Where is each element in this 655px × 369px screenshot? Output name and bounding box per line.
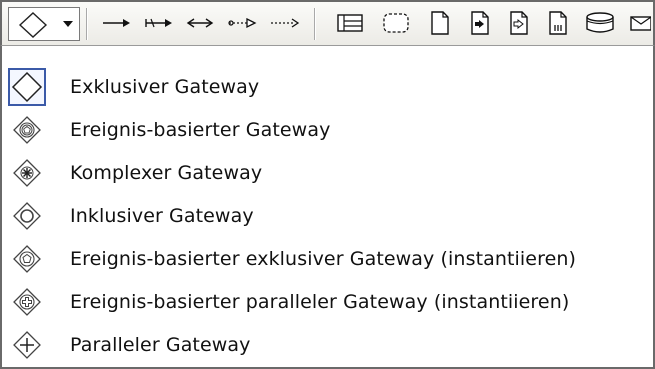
menu-item-label: Ereignis-basierter exklusiver Gateway (i… bbox=[70, 248, 577, 270]
lane-icon[interactable] bbox=[334, 6, 366, 40]
data-store-icon[interactable] bbox=[582, 6, 618, 40]
toolbar-separator bbox=[314, 8, 316, 40]
data-output-icon[interactable] bbox=[505, 6, 533, 40]
menu-item-label: Exklusiver Gateway bbox=[70, 76, 260, 98]
association-icon[interactable] bbox=[267, 6, 303, 40]
inclusive-gateway-icon bbox=[8, 197, 46, 235]
event-based-gateway-icon bbox=[8, 111, 46, 149]
exclusive-gateway-icon bbox=[8, 68, 46, 106]
menu-item-event-based-exclusive-instantiate-gateway[interactable]: Ereignis-basierter exklusiver Gateway (i… bbox=[8, 238, 653, 280]
menu-item-label: Komplexer Gateway bbox=[70, 162, 263, 184]
message-flow-icon[interactable] bbox=[141, 6, 175, 40]
sequence-flow-icon[interactable] bbox=[99, 6, 133, 40]
data-input-icon[interactable] bbox=[466, 6, 494, 40]
association-both-icon[interactable] bbox=[183, 6, 217, 40]
gateway-combo[interactable] bbox=[8, 7, 80, 41]
message-icon[interactable] bbox=[626, 6, 654, 40]
menu-item-inclusive-gateway[interactable]: Inklusiver Gateway bbox=[8, 195, 653, 237]
menu-item-event-based-gateway[interactable]: Ereignis-basierter Gateway bbox=[8, 109, 653, 151]
exclusive-gateway-icon bbox=[13, 8, 53, 42]
association-one-icon[interactable] bbox=[225, 6, 259, 40]
menu-item-parallel-gateway[interactable]: Paralleler Gateway bbox=[8, 324, 653, 366]
toolbar-separator bbox=[86, 8, 88, 40]
menu-item-label: Ereignis-basierter paralleler Gateway (i… bbox=[70, 291, 570, 313]
data-object-icon[interactable] bbox=[426, 6, 454, 40]
complex-gateway-icon bbox=[8, 154, 46, 192]
group-icon[interactable] bbox=[380, 6, 412, 40]
menu-item-label: Inklusiver Gateway bbox=[70, 205, 254, 227]
event-based-exclusive-instantiate-gateway-icon bbox=[8, 240, 46, 278]
parallel-gateway-icon bbox=[8, 326, 46, 364]
toolbar bbox=[0, 0, 655, 46]
menu-item-label: Paralleler Gateway bbox=[70, 334, 251, 356]
gateway-dropdown-window: Exklusiver Gateway Ereignis-basierter Ga… bbox=[0, 0, 655, 369]
dropdown-arrow-icon[interactable] bbox=[57, 8, 79, 40]
menu-item-complex-gateway[interactable]: Komplexer Gateway bbox=[8, 152, 653, 194]
event-based-parallel-instantiate-gateway-icon bbox=[8, 283, 46, 321]
menu-item-exclusive-gateway[interactable]: Exklusiver Gateway bbox=[8, 66, 653, 108]
data-collection-icon[interactable] bbox=[544, 6, 572, 40]
gateway-menu: Exklusiver Gateway Ereignis-basierter Ga… bbox=[0, 46, 655, 369]
menu-item-label: Ereignis-basierter Gateway bbox=[70, 119, 331, 141]
menu-item-event-based-parallel-instantiate-gateway[interactable]: Ereignis-basierter paralleler Gateway (i… bbox=[8, 281, 653, 323]
